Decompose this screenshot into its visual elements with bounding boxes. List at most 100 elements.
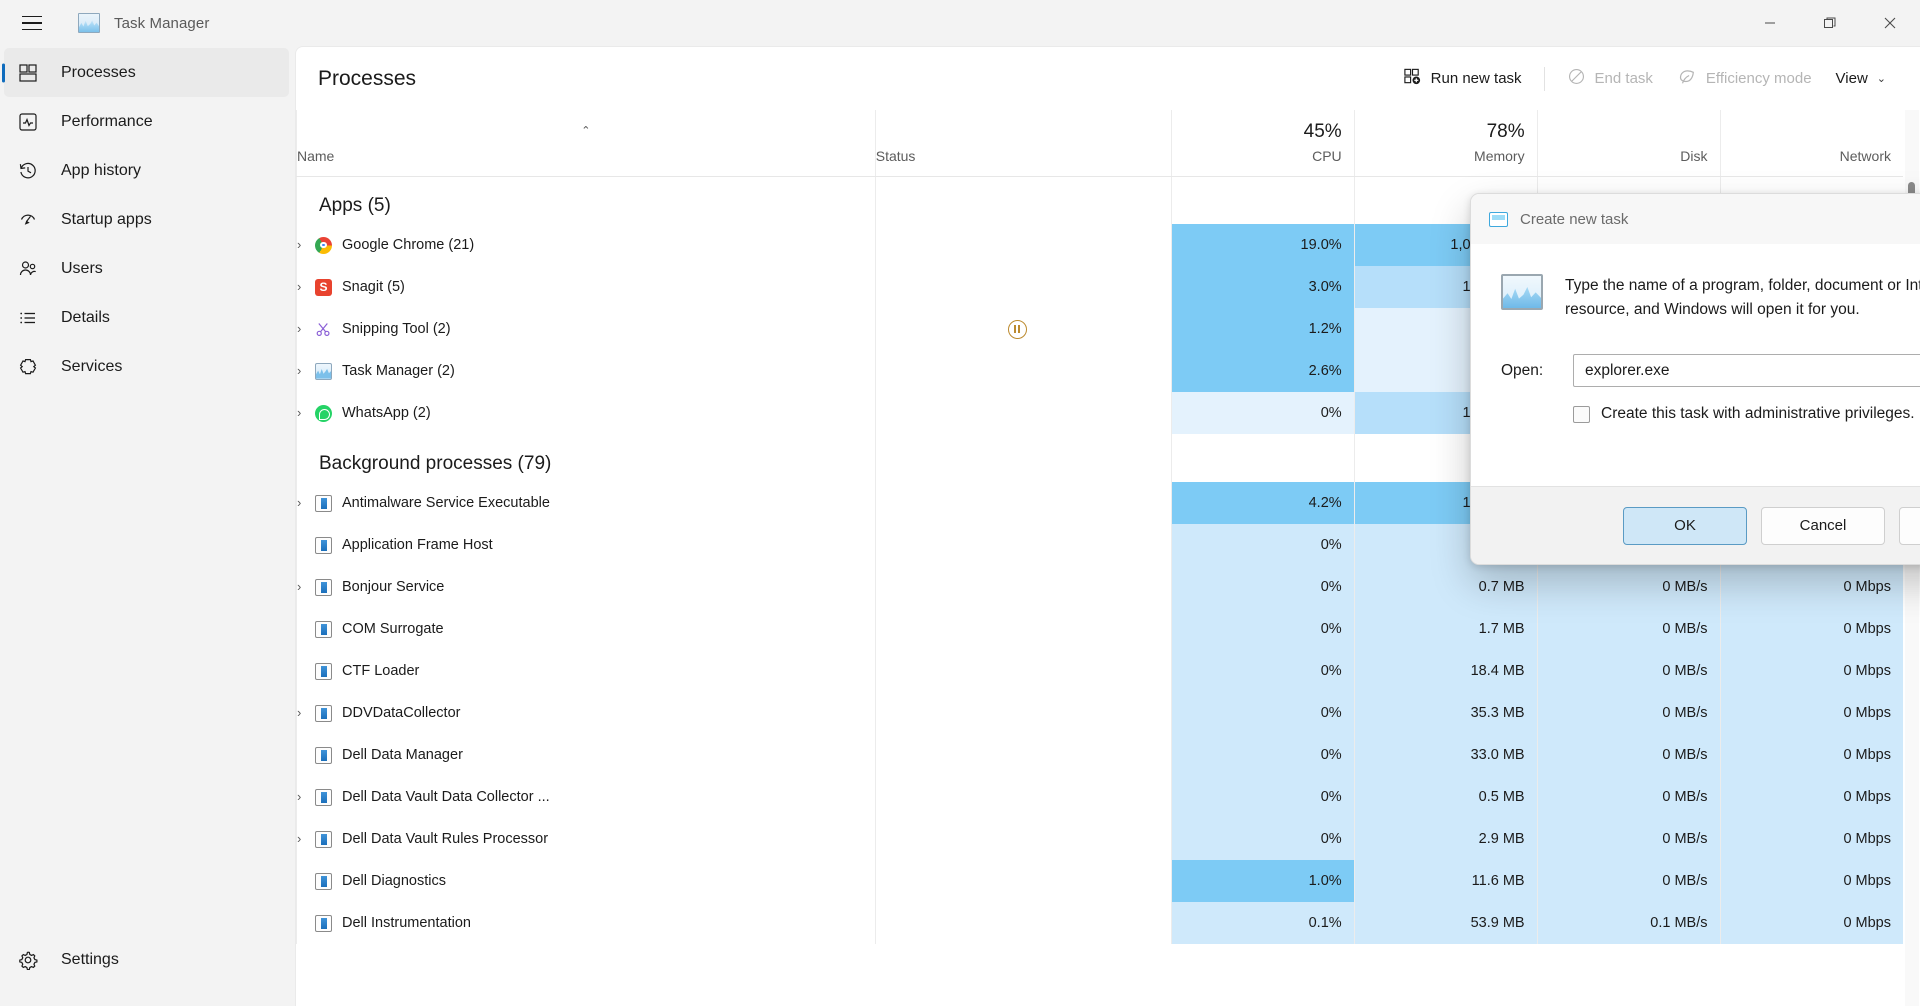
- column-header-memory[interactable]: 78% Memory: [1353, 110, 1538, 177]
- table-row[interactable]: › Dell Data Vault Data Collector ... 0% 0.5…: [296, 776, 1903, 818]
- chevron-down-icon: ⌄: [1876, 73, 1886, 85]
- process-network-cell: 0 Mbps: [1719, 692, 1903, 734]
- process-name-label: Bonjour Service: [342, 579, 445, 595]
- process-cpu-cell: 0%: [1170, 392, 1355, 434]
- column-header-cpu[interactable]: 45% CPU: [1170, 110, 1355, 177]
- efficiency-mode-icon: [1677, 67, 1697, 91]
- expand-chevron-icon[interactable]: ›: [297, 405, 315, 420]
- sidebar-item-users[interactable]: Users: [4, 244, 289, 293]
- admin-privileges-checkbox[interactable]: [1573, 405, 1590, 423]
- expand-chevron-icon[interactable]: ›: [297, 279, 315, 294]
- process-name-label: CTF Loader: [342, 663, 420, 679]
- cpu-usage-percent: 45%: [1303, 120, 1342, 142]
- process-name-cell[interactable]: › Snipping Tool (2): [296, 308, 876, 350]
- table-row[interactable]: ›Dell Instrumentation 0.1%53.9 MB0.1 MB/s…: [296, 902, 1903, 944]
- process-name: Dell Data Vault Rules Processor: [315, 830, 549, 848]
- open-input[interactable]: [1585, 361, 1920, 380]
- process-status-cell: [874, 308, 1172, 350]
- process-name-cell[interactable]: ›Application Frame Host: [296, 524, 876, 566]
- process-name-cell[interactable]: ›Dell Instrumentation: [296, 902, 876, 944]
- process-name-cell[interactable]: ›Dell Data Manager: [296, 734, 876, 776]
- process-network-cell: 0 Mbps: [1719, 650, 1903, 692]
- process-name-cell[interactable]: › DDVDataCollector: [296, 692, 876, 734]
- process-name-label: Dell Diagnostics: [342, 873, 446, 889]
- sidebar-item-label: Startup apps: [61, 210, 152, 228]
- sidebar-item-app-history[interactable]: App history: [4, 146, 289, 195]
- performance-icon: [18, 112, 48, 132]
- process-memory-cell: 18.4 MB: [1353, 650, 1538, 692]
- expand-chevron-icon[interactable]: ›: [297, 705, 315, 720]
- process-name: Dell Data Vault Data Collector ...: [315, 788, 550, 806]
- process-cpu-cell: 1.2%: [1170, 308, 1355, 350]
- column-header-disk[interactable]: Disk: [1536, 110, 1721, 177]
- sidebar-item-processes[interactable]: Processes: [4, 48, 289, 97]
- sidebar-item-settings[interactable]: Settings: [4, 935, 289, 984]
- process-name-cell[interactable]: › Dell Data Vault Data Collector ...: [296, 776, 876, 818]
- process-name-label: Antimalware Service Executable: [342, 495, 550, 511]
- table-row[interactable]: › Dell Data Vault Rules Processor 0% 2.9 MB…: [296, 818, 1903, 860]
- group-cpu-cell: [1170, 176, 1355, 224]
- column-header-network[interactable]: Network: [1719, 110, 1903, 177]
- dialog-title: Create new task: [1520, 210, 1629, 228]
- table-row[interactable]: ›COM Surrogate 0%1.7 MB0 MB/s0 Mbps: [296, 608, 1903, 650]
- snagit-icon: S: [315, 278, 332, 296]
- column-header-name[interactable]: ⌃ Name: [296, 110, 876, 177]
- expand-chevron-icon[interactable]: ›: [297, 495, 315, 510]
- expand-chevron-icon[interactable]: ›: [297, 321, 315, 336]
- table-row[interactable]: › DDVDataCollector 0% 35.3 MB 0 MB/s 0 Mbps: [296, 692, 1903, 734]
- sidebar-item-label: Processes: [61, 63, 136, 81]
- expand-chevron-icon[interactable]: ›: [297, 579, 315, 594]
- column-header-status[interactable]: Status: [874, 110, 1172, 177]
- table-row[interactable]: ›Dell Data Manager 0%33.0 MB0 MB/s0 Mbps: [296, 734, 1903, 776]
- efficiency-mode-button[interactable]: Efficiency mode: [1665, 61, 1824, 97]
- sidebar-item-startup-apps[interactable]: Startup apps: [4, 195, 289, 244]
- open-combobox[interactable]: ⌄: [1573, 354, 1920, 387]
- process-name-label: WhatsApp (2): [342, 405, 431, 421]
- sidebar-item-details[interactable]: Details: [4, 293, 289, 342]
- ok-button[interactable]: OK: [1623, 506, 1747, 545]
- process-name: DDVDataCollector: [315, 704, 460, 722]
- sidebar-item-services[interactable]: Services: [4, 342, 289, 391]
- expand-chevron-icon[interactable]: ›: [297, 789, 315, 804]
- expand-chevron-icon[interactable]: ›: [297, 363, 315, 378]
- hamburger-menu-icon[interactable]: [8, 1, 56, 45]
- process-disk-cell: 0 MB/s: [1536, 776, 1721, 818]
- process-name-label: Dell Instrumentation: [342, 915, 471, 931]
- table-row[interactable]: ›Dell Diagnostics 1.0%11.6 MB0 MB/s0 Mbps: [296, 860, 1903, 902]
- process-name-cell[interactable]: › Antimalware Service Executable: [296, 482, 876, 524]
- minimize-button[interactable]: [1740, 0, 1800, 46]
- process-cpu-cell: 0%: [1170, 818, 1355, 860]
- process-name-cell[interactable]: ›CTF Loader: [296, 650, 876, 692]
- process-name-label: Dell Data Vault Rules Processor: [342, 831, 549, 847]
- process-name-cell[interactable]: › Google Chrome (21): [296, 224, 876, 266]
- expand-chevron-icon[interactable]: ›: [297, 237, 315, 252]
- process-disk-cell: 0 MB/s: [1536, 734, 1721, 776]
- task-manager-window: Task Manager Processes Performance App h…: [0, 0, 1920, 1006]
- process-name-cell[interactable]: › Dell Data Vault Rules Processor: [296, 818, 876, 860]
- process-name-cell[interactable]: › WhatsApp (2): [296, 392, 876, 434]
- process-name-cell[interactable]: ›Dell Diagnostics: [296, 860, 876, 902]
- process-status-cell: [874, 692, 1172, 734]
- view-label: View: [1835, 70, 1868, 87]
- process-name-cell[interactable]: › S Snagit (5): [296, 266, 876, 308]
- expand-chevron-icon[interactable]: ›: [297, 831, 315, 846]
- process-name-label: Google Chrome (21): [342, 237, 475, 253]
- sidebar-item-performance[interactable]: Performance: [4, 97, 289, 146]
- run-new-task-button[interactable]: Run new task: [1391, 61, 1534, 97]
- close-button[interactable]: [1860, 0, 1920, 46]
- table-row[interactable]: › Bonjour Service 0% 0.7 MB 0 MB/s 0 Mbps: [296, 566, 1903, 608]
- process-name-cell[interactable]: › Task Manager (2): [296, 350, 876, 392]
- maximize-button[interactable]: [1800, 0, 1860, 46]
- end-task-button[interactable]: End task: [1555, 61, 1665, 97]
- process-name: Antimalware Service Executable: [315, 494, 550, 512]
- view-button[interactable]: View ⌄: [1824, 61, 1898, 97]
- process-name-cell[interactable]: › Bonjour Service: [296, 566, 876, 608]
- process-cpu-cell: 19.0%: [1170, 224, 1355, 266]
- process-network-cell: 0 Mbps: [1719, 902, 1903, 944]
- process-name-cell[interactable]: ›COM Surrogate: [296, 608, 876, 650]
- table-row[interactable]: ›CTF Loader 0%18.4 MB0 MB/s0 Mbps: [296, 650, 1903, 692]
- process-name-label: Dell Data Vault Data Collector ...: [342, 789, 550, 805]
- cancel-button[interactable]: Cancel: [1761, 506, 1885, 545]
- browse-button[interactable]: Browse...: [1899, 506, 1920, 545]
- process-status-cell: [874, 566, 1172, 608]
